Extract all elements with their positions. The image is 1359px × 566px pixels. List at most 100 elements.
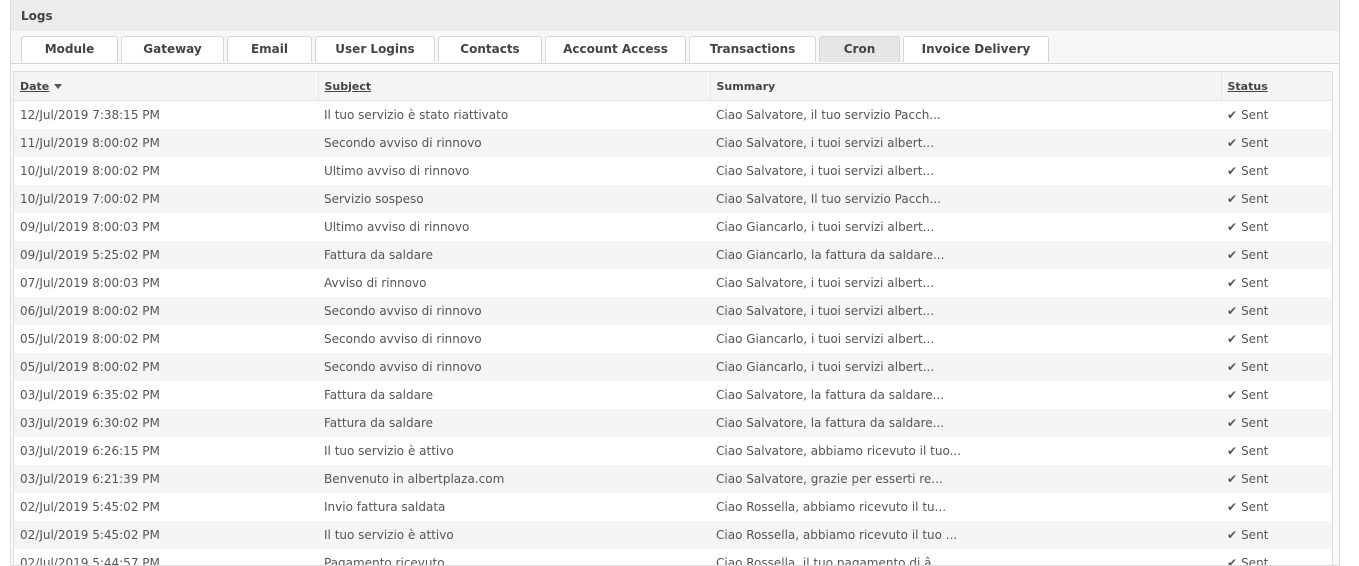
cell-subject[interactable]: Secondo avviso di rinnovo (318, 129, 710, 157)
cell-date[interactable]: 11/Jul/2019 8:00:02 PM (14, 129, 318, 157)
status-label: Sent (1241, 360, 1269, 374)
table-row[interactable]: 05/Jul/2019 8:00:02 PM Secondo avviso di … (14, 325, 1332, 353)
cell-date[interactable]: 12/Jul/2019 7:38:15 PM (14, 101, 318, 130)
cell-subject[interactable]: Secondo avviso di rinnovo (318, 297, 710, 325)
cell-date[interactable]: 06/Jul/2019 8:00:02 PM (14, 297, 318, 325)
tab-gateway[interactable]: Gateway (121, 36, 224, 62)
table-row[interactable]: 11/Jul/2019 8:00:02 PM Secondo avviso di … (14, 129, 1332, 157)
checkmark-icon: ✔ (1227, 220, 1238, 234)
cell-subject[interactable]: Invio fattura saldata (318, 493, 710, 521)
table-row[interactable]: 05/Jul/2019 8:00:02 PM Secondo avviso di … (14, 353, 1332, 381)
cell-date[interactable]: 10/Jul/2019 8:00:02 PM (14, 157, 318, 185)
table-row[interactable]: 02/Jul/2019 5:45:02 PM Il tuo servizio è … (14, 521, 1332, 549)
cell-summary: Ciao Rossella, abbiamo ricevuto il tu... (716, 500, 947, 514)
column-header-summary: Summary (709, 72, 1221, 101)
cell-date[interactable]: 07/Jul/2019 8:00:03 PM (14, 269, 318, 297)
cell-subject[interactable]: Avviso di rinnovo (318, 269, 710, 297)
status-label: Sent (1241, 388, 1269, 402)
table-row[interactable]: 09/Jul/2019 5:25:02 PM Fattura da saldare… (14, 241, 1332, 269)
tab-contacts[interactable]: Contacts (438, 36, 542, 62)
table-row[interactable]: 12/Jul/2019 7:38:15 PM Il tuo servizio è … (14, 101, 1332, 130)
table-row[interactable]: 09/Jul/2019 8:00:03 PM Ultimo avviso di r… (14, 213, 1332, 241)
table-row[interactable]: 02/Jul/2019 5:44:57 PM Pagamento ricevuto… (14, 549, 1332, 566)
status-label: Sent (1241, 556, 1269, 566)
panel-title: Logs (21, 9, 53, 23)
cell-date[interactable]: 03/Jul/2019 6:21:39 PM (14, 465, 318, 493)
column-header-status-label[interactable]: Status (1228, 80, 1268, 93)
table-row[interactable]: 10/Jul/2019 8:00:02 PM Ultimo avviso di r… (14, 157, 1332, 185)
cell-subject[interactable]: Servizio sospeso (318, 185, 710, 213)
cell-subject[interactable]: Il tuo servizio è attivo (318, 521, 710, 549)
table-row[interactable]: 07/Jul/2019 8:00:03 PM Avviso di rinnovo C… (14, 269, 1332, 297)
table-row[interactable]: 03/Jul/2019 6:35:02 PM Fattura da saldare… (14, 381, 1332, 409)
cell-subject[interactable]: Pagamento ricevuto (318, 549, 710, 565)
cell-summary: Ciao Giancarlo, i tuoi servizi albert... (710, 353, 1221, 381)
cell-status: ✔ Sent (1221, 129, 1332, 157)
cell-subject[interactable]: Fattura da saldare (318, 409, 710, 437)
tab-cron[interactable]: Cron (819, 36, 900, 62)
tab-account-access[interactable]: Account Access (545, 36, 686, 62)
cell-status: ✔ Sent (1221, 409, 1332, 437)
table-row[interactable]: 03/Jul/2019 6:26:15 PM Il tuo servizio è … (14, 437, 1332, 465)
table-row[interactable]: 03/Jul/2019 6:21:39 PM Benvenuto in alber… (14, 465, 1332, 493)
column-header-status[interactable]: Status (1220, 72, 1332, 101)
cell-status: ✔ Sent (1221, 297, 1332, 325)
cell-summary: Ciao Giancarlo, i tuoi servizi albert... (716, 332, 935, 346)
cell-subject[interactable]: Benvenuto in albertplaza.com (318, 465, 710, 493)
table-row[interactable]: 06/Jul/2019 8:00:02 PM Secondo avviso di … (14, 297, 1332, 325)
tab-invoice-delivery[interactable]: Invoice Delivery (903, 36, 1049, 62)
tab-user-logins[interactable]: User Logins (315, 36, 435, 62)
checkmark-icon: ✔ (1227, 528, 1238, 542)
column-header-subject-label[interactable]: Subject (325, 80, 372, 93)
cell-date[interactable]: 03/Jul/2019 6:26:15 PM (14, 437, 318, 465)
status-label: Sent (1241, 136, 1269, 150)
table-row[interactable]: 03/Jul/2019 6:30:02 PM Fattura da saldare… (14, 409, 1332, 437)
cell-subject[interactable]: Fattura da saldare (318, 381, 710, 409)
cell-subject[interactable]: Fattura da saldare (318, 241, 710, 269)
logs-panel: Logs Module Gateway Email User Logins Co… (10, 0, 1340, 566)
tab-transactions[interactable]: Transactions (689, 36, 816, 62)
table-row[interactable]: 02/Jul/2019 5:45:02 PM Invio fattura sald… (14, 493, 1332, 521)
checkmark-icon: ✔ (1227, 388, 1238, 402)
tab-email[interactable]: Email (227, 36, 312, 62)
cell-subject[interactable]: Secondo avviso di rinnovo (318, 325, 710, 353)
cell-status: ✔ Sent (1221, 381, 1332, 409)
cell-date[interactable]: 02/Jul/2019 5:44:57 PM (14, 549, 318, 565)
panel-header: Logs (11, 0, 1339, 32)
cell-subject[interactable]: Ultimo avviso di rinnovo (318, 157, 710, 185)
cell-summary: Ciao Giancarlo, la fattura da saldare... (710, 241, 1221, 269)
cell-date[interactable]: 03/Jul/2019 6:30:02 PM (14, 409, 318, 437)
cell-summary: Ciao Rossella, abbiamo ricevuto il tuo .… (710, 521, 1221, 549)
email-log-table: Date Subject Summary Status 12/Jul/2019 … (14, 72, 1332, 566)
cell-date[interactable]: 05/Jul/2019 8:00:02 PM (14, 353, 318, 381)
cell-subject[interactable]: Il tuo servizio è attivo (318, 437, 710, 465)
column-header-subject[interactable]: Subject (317, 72, 710, 101)
cell-summary: Ciao Giancarlo, i tuoi servizi albert... (716, 220, 935, 234)
cell-subject[interactable]: Ultimo avviso di rinnovo (318, 213, 710, 241)
cell-date[interactable]: 09/Jul/2019 8:00:03 PM (14, 213, 318, 241)
cell-date[interactable]: 05/Jul/2019 8:00:02 PM (14, 325, 318, 353)
table-header-row: Date Subject Summary Status (14, 72, 1332, 101)
cell-date[interactable]: 10/Jul/2019 7:00:02 PM (14, 185, 318, 213)
status-label: Sent (1241, 416, 1269, 430)
status-label: Sent (1241, 472, 1269, 486)
checkmark-icon: ✔ (1227, 192, 1238, 206)
status-label: Sent (1241, 108, 1269, 122)
cell-summary: Ciao Salvatore, la fattura da saldare... (710, 409, 1221, 437)
cell-date[interactable]: 02/Jul/2019 5:45:02 PM (14, 521, 318, 549)
table-row[interactable]: 10/Jul/2019 7:00:02 PM Servizio sospeso Ci… (14, 185, 1332, 213)
column-header-date-label[interactable]: Date (20, 80, 49, 93)
checkmark-icon: ✔ (1227, 360, 1238, 374)
checkmark-icon: ✔ (1227, 416, 1238, 430)
cell-subject[interactable]: Secondo avviso di rinnovo (318, 353, 710, 381)
tab-module[interactable]: Module (21, 36, 118, 62)
cell-date[interactable]: 03/Jul/2019 6:35:02 PM (14, 381, 318, 409)
cell-status: ✔ Sent (1221, 465, 1332, 493)
checkmark-icon: ✔ (1227, 276, 1238, 290)
cell-date[interactable]: 02/Jul/2019 5:45:02 PM (14, 493, 318, 521)
cell-subject[interactable]: Il tuo servizio è stato riattivato (318, 101, 710, 130)
status-label: Sent (1241, 220, 1269, 234)
status-label: Sent (1241, 192, 1269, 206)
cell-date[interactable]: 09/Jul/2019 5:25:02 PM (14, 241, 318, 269)
column-header-date[interactable]: Date (14, 72, 318, 101)
